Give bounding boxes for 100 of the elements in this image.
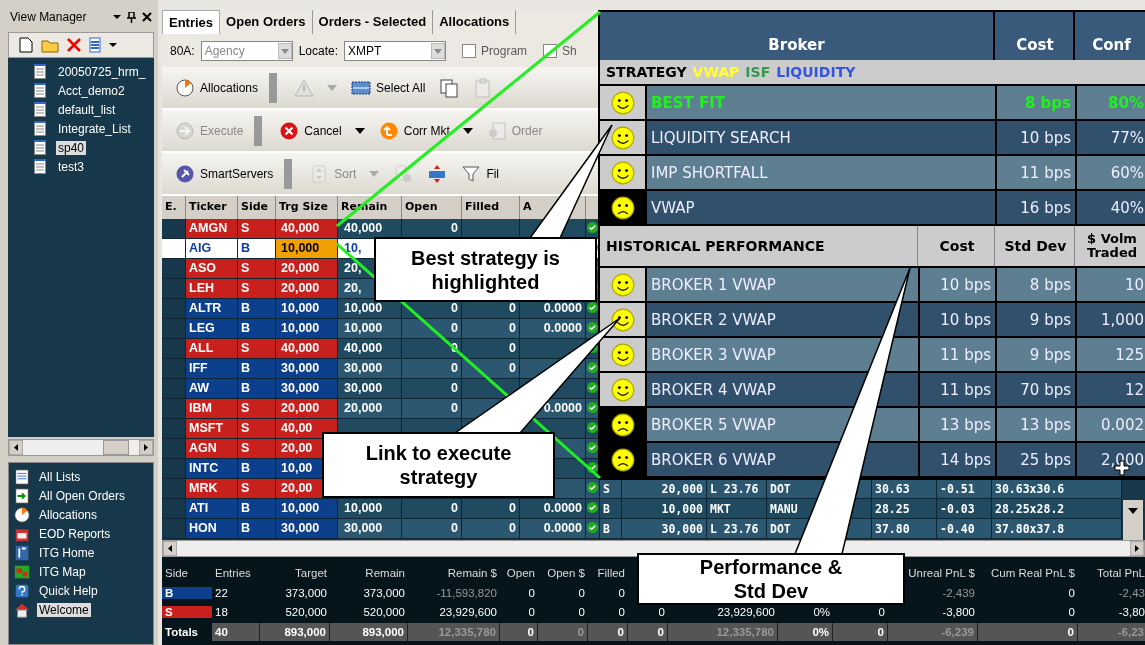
smiley-face-icon[interactable] [610, 160, 635, 185]
toolbar-button[interactable]: SmartServers [172, 161, 277, 186]
smiley-face-icon[interactable] [610, 90, 635, 115]
strategy-name[interactable]: LIQUIDITY SEARCH [647, 121, 995, 154]
table-cell: 28.25 [872, 499, 937, 519]
table-cell[interactable]: IFF [186, 359, 238, 379]
sad-face-icon[interactable] [610, 412, 635, 437]
table-cell[interactable]: AGN [186, 439, 238, 459]
smiley-face-icon[interactable] [610, 377, 635, 402]
scroll-thumb[interactable] [103, 440, 129, 455]
table-cell[interactable]: ALL [186, 339, 238, 359]
table-cell-text: 0 [617, 587, 626, 599]
table-cell: BROKER 2 VWAP [647, 303, 918, 336]
tab[interactable]: Entries [162, 10, 221, 34]
column-header: HISTORICAL PERFORMANCE [600, 226, 918, 266]
list-item[interactable]: 20050725_hrm_ [56, 64, 148, 79]
table-cell[interactable]: INTC [186, 459, 238, 479]
column-header: Total PnL [1096, 567, 1145, 579]
table-cell[interactable]: HON [186, 519, 238, 539]
navigation-item[interactable]: Welcome [37, 602, 91, 617]
scroll-left-icon[interactable] [163, 541, 177, 556]
list-item[interactable]: default_list [56, 102, 118, 117]
table-cell[interactable]: LEG [186, 319, 238, 339]
table-cell: 10,000 [276, 299, 338, 319]
navigation-item[interactable]: Quick Help [37, 583, 100, 598]
smiley-face-icon[interactable] [610, 307, 635, 332]
table-cell: 25 bps [997, 443, 1075, 476]
toolbar-grip[interactable] [284, 158, 293, 189]
toolbar-button[interactable]: Select All [348, 75, 429, 100]
table-cell[interactable]: ASO [186, 259, 238, 279]
sad-face-icon[interactable] [610, 195, 635, 220]
navigation-item[interactable]: ITG Home [37, 545, 97, 560]
toolbar-button[interactable]: Allocations [172, 75, 262, 100]
table-cell [162, 259, 186, 279]
dropdown[interactable]: XMPT [344, 40, 447, 61]
caret-icon[interactable] [462, 127, 473, 134]
dropdown-arrow-icon[interactable] [431, 42, 446, 59]
smiley-face-icon[interactable] [610, 342, 635, 367]
list-icon[interactable] [89, 37, 101, 53]
smiley-face-icon[interactable] [610, 125, 635, 150]
scroll-right-icon[interactable] [1130, 541, 1144, 556]
table-cell[interactable]: AW [186, 379, 238, 399]
callout: Performance & Std Dev [637, 553, 905, 605]
navigation-item[interactable]: ITG Map [37, 564, 88, 579]
delete-icon[interactable] [67, 38, 81, 52]
field-label: 80A: [170, 43, 195, 58]
scrollbar[interactable] [8, 439, 154, 456]
table-cell[interactable]: ALTR [186, 299, 238, 319]
toolbar-button[interactable]: Fil [458, 161, 503, 186]
list-item[interactable]: Acct_demo2 [56, 83, 127, 98]
list-item[interactable]: Integrate_List [56, 121, 133, 136]
table-cell-text: Totals [164, 626, 199, 638]
list-item[interactable]: sp40 [56, 140, 87, 155]
table-cell [162, 339, 186, 359]
smiley-face-icon[interactable] [610, 272, 635, 297]
column-header: Cost [920, 226, 995, 266]
table-cell: 30,000 [338, 359, 402, 379]
toolbar-button[interactable]: Cancel [276, 118, 368, 143]
list-item[interactable]: test3 [56, 159, 86, 174]
caret-icon[interactable] [354, 127, 365, 134]
toolbar-grip[interactable] [254, 115, 263, 146]
pie-chart-icon [175, 77, 195, 98]
scroll-down-icon[interactable] [1128, 508, 1138, 514]
table-cell[interactable]: ATI [186, 499, 238, 519]
check-icon [587, 522, 598, 533]
table-cell: 12 [1077, 373, 1145, 406]
field-label: Locate: [298, 43, 339, 58]
navigation-item[interactable]: All Open Orders [37, 488, 128, 503]
table-cell: 0 [538, 623, 588, 641]
table-cell[interactable]: MRK [186, 479, 238, 499]
table-cell[interactable]: MSFT [186, 419, 238, 439]
close-icon[interactable] [142, 12, 152, 22]
table-cell-text: 0 [527, 587, 536, 599]
table-cell[interactable]: LEH [186, 279, 238, 299]
scroll-right-icon[interactable] [139, 440, 153, 455]
table-cell: 30,000 [338, 379, 402, 399]
toolbar-grip[interactable] [269, 72, 278, 103]
navigation-item[interactable]: EOD Reports [37, 526, 113, 541]
table-cell: 13 bps [997, 408, 1075, 441]
table-cell: BROKER 3 VWAP [647, 338, 918, 371]
filter-icon [461, 163, 482, 184]
table-cell: 30,000 [276, 359, 338, 379]
new-document-icon[interactable] [19, 37, 33, 53]
table-cell-text: -2,439 [941, 587, 976, 599]
scroll-left-icon[interactable] [9, 440, 23, 455]
sad-face-icon[interactable] [610, 447, 635, 472]
pin-icon[interactable] [127, 11, 136, 23]
dropdown-icon[interactable] [113, 14, 121, 20]
strategy-name[interactable]: IMP SHORTFALL [647, 156, 995, 189]
strategy-name[interactable]: VWAP [647, 191, 995, 224]
navigation-item[interactable]: All Lists [37, 469, 83, 484]
navigation-item[interactable]: Allocations [37, 507, 100, 522]
dropdown-icon[interactable] [109, 42, 117, 48]
table-cell[interactable]: IBM [186, 399, 238, 419]
check-icon [587, 222, 598, 233]
table-cell[interactable]: AIG [186, 239, 238, 259]
table-cell[interactable]: AMGN [186, 219, 238, 239]
toolbar-button[interactable]: Corr Mkt [375, 118, 476, 143]
scrollbar[interactable] [162, 540, 1145, 557]
otc-icon [427, 163, 448, 184]
